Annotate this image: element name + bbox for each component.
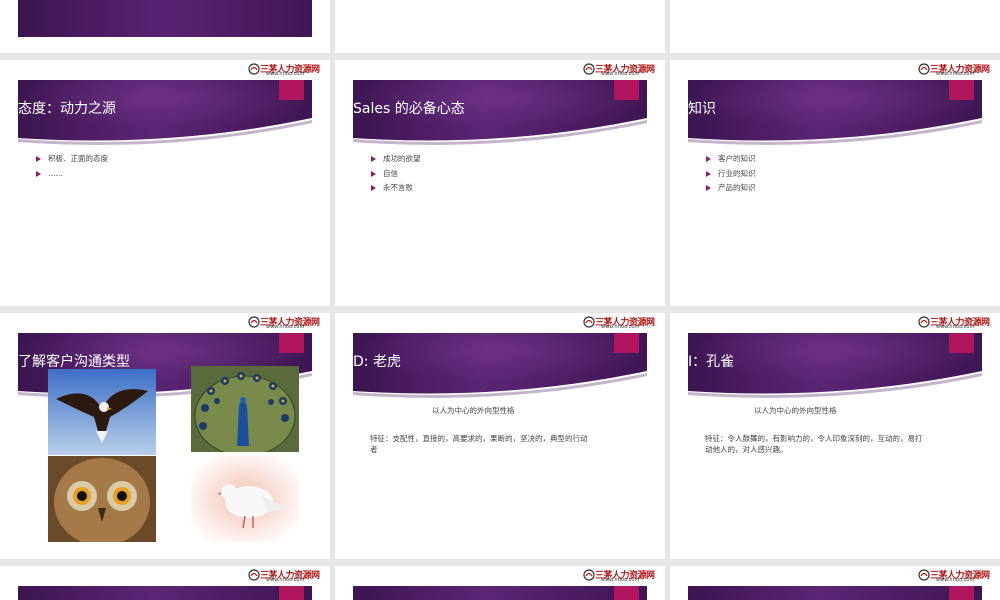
slide-description: 特征：令人鼓舞的，有影响力的，令人印象深刻的，互动的，易打动他人的，对人感兴趣。 — [705, 434, 923, 454]
bullet-arrow-icon — [706, 170, 711, 177]
hrloo-logo: 三茅人力资源网 www.hrloo.com — [583, 315, 663, 330]
accent-square — [614, 333, 639, 353]
logo-mark-icon — [918, 569, 930, 581]
eagle-image — [48, 369, 156, 455]
bullet-text: 客户的知识 — [718, 154, 756, 163]
hrloo-logo: 三茅人力资源网 www.hrloo.com — [248, 568, 328, 583]
slide-title: 态度：动力之源 — [18, 101, 116, 117]
bullet-text: 行业的知识 — [718, 168, 756, 178]
bullet-item: 客户的知识 — [706, 152, 756, 167]
logo-url: www.hrloo.com — [936, 577, 975, 583]
logo-url: www.hrloo.com — [266, 71, 305, 77]
logo-url: www.hrloo.com — [936, 324, 975, 330]
bullet-text: …… — [48, 168, 63, 178]
banner-fragment — [18, 0, 312, 37]
bullet-list: 成功的欲望自信永不言败 — [371, 152, 421, 196]
logo-url: www.hrloo.com — [266, 324, 305, 330]
slide-title: 了解客户沟通类型 — [18, 354, 130, 370]
slide-thumbnail-sales-mindset[interactable]: 三茅人力资源网 www.hrloo.com Sales 的必备心态成功的欲望自信… — [335, 60, 665, 306]
accent-square — [614, 586, 639, 600]
bullet-arrow-icon — [371, 156, 376, 162]
bullet-item: 行业的知识 — [706, 167, 756, 182]
slide-thumbnail-knowledge[interactable]: 三茅人力资源网 www.hrloo.com 知识客户的知识行业的知识产品的知识 — [670, 60, 1000, 306]
accent-square — [949, 80, 974, 100]
slide-subtitle: 以人为中心的外向型性格 — [432, 406, 515, 415]
accent-square — [949, 333, 974, 353]
hrloo-logo: 三茅人力资源网 www.hrloo.com — [583, 568, 663, 583]
logo-mark-icon — [583, 316, 595, 328]
slide-thumbnail-peacock[interactable]: 三茅人力资源网 www.hrloo.com I：孔雀以人为中心的外向型性格特征：… — [670, 313, 1000, 559]
slide-title: I：孔雀 — [688, 354, 735, 370]
bullet-item: 永不言败 — [371, 181, 421, 196]
logo-mark-icon — [583, 569, 595, 581]
dove-image — [191, 456, 299, 542]
logo-mark-icon — [918, 63, 930, 75]
slide-title: D: 老虎 — [353, 354, 401, 370]
hrloo-logo: 三茅人力资源网 www.hrloo.com — [248, 315, 328, 330]
logo-url: www.hrloo.com — [936, 71, 975, 77]
bullet-item: 积极、正面的态度 — [36, 152, 108, 167]
bullet-text: 积极、正面的态度 — [48, 154, 108, 163]
slide-thumbnail-top-1[interactable] — [0, 0, 330, 53]
hrloo-logo: 三茅人力资源网 www.hrloo.com — [918, 568, 998, 583]
logo-url: www.hrloo.com — [266, 577, 305, 583]
logo-url: www.hrloo.com — [601, 577, 640, 583]
accent-square — [949, 586, 974, 600]
slide-thumbnail-top-3[interactable] — [670, 0, 1000, 53]
hrloo-logo: 三茅人力资源网 www.hrloo.com — [918, 62, 998, 77]
bullet-arrow-icon — [36, 156, 41, 162]
bullet-text: 成功的欲望 — [383, 154, 421, 163]
accent-square — [614, 80, 639, 100]
slide-title: 知识 — [688, 101, 716, 117]
bullet-text: 自信 — [383, 168, 398, 178]
slide-title: Sales 的必备心态 — [353, 101, 465, 117]
bullet-arrow-icon — [36, 170, 41, 177]
bullet-arrow-icon — [706, 185, 711, 191]
slide-description: 特征：支配性，直接的，高要求的，果断的，坚决的，典型的行动者 — [370, 434, 588, 454]
slide-thumbnail-attitude[interactable]: 三茅人力资源网 www.hrloo.com 态度：动力之源积极、正面的态度 …… — [0, 60, 330, 306]
logo-mark-icon — [583, 63, 595, 75]
owl-image — [48, 456, 156, 542]
logo-mark-icon — [248, 63, 260, 75]
bullet-item: 产品的知识 — [706, 181, 756, 196]
bullet-arrow-icon — [371, 185, 376, 191]
bullet-item: 自信 — [371, 167, 421, 182]
slide-subtitle: 以人为中心的外向型性格 — [754, 406, 837, 415]
hrloo-logo: 三茅人力资源网 www.hrloo.com — [583, 62, 663, 77]
peacock-image — [191, 366, 299, 452]
logo-mark-icon — [248, 569, 260, 581]
bullet-text: 永不言败 — [383, 183, 413, 192]
logo-mark-icon — [248, 316, 260, 328]
bullet-list: 客户的知识行业的知识产品的知识 — [706, 152, 756, 196]
hrloo-logo: 三茅人力资源网 www.hrloo.com — [248, 62, 328, 77]
slide-thumbnail-tiger[interactable]: 三茅人力资源网 www.hrloo.com D: 老虎以人为中心的外向型性格特征… — [335, 313, 665, 559]
bullet-item: …… — [36, 167, 108, 182]
logo-url: www.hrloo.com — [601, 324, 640, 330]
bullet-list: 积极、正面的态度 …… — [36, 152, 108, 181]
logo-mark-icon — [918, 316, 930, 328]
bullet-item: 成功的欲望 — [371, 152, 421, 167]
accent-square — [279, 586, 304, 600]
slide-thumbnail-bottom-1[interactable]: 三茅人力资源网 www.hrloo.com — [0, 566, 330, 600]
logo-url: www.hrloo.com — [601, 71, 640, 77]
bullet-text: 产品的知识 — [718, 183, 756, 192]
accent-square — [279, 333, 304, 353]
slide-thumbnail-top-2[interactable] — [335, 0, 665, 53]
hrloo-logo: 三茅人力资源网 www.hrloo.com — [918, 315, 998, 330]
accent-square — [279, 80, 304, 100]
bullet-arrow-icon — [706, 156, 711, 162]
slide-thumbnail-bottom-2[interactable]: 三茅人力资源网 www.hrloo.com — [335, 566, 665, 600]
slide-thumbnail-customer-types[interactable]: 三茅人力资源网 www.hrloo.com 了解客户沟通类型 — [0, 313, 330, 559]
bullet-arrow-icon — [371, 170, 376, 177]
slide-thumbnail-bottom-3[interactable]: 三茅人力资源网 www.hrloo.com — [670, 566, 1000, 600]
